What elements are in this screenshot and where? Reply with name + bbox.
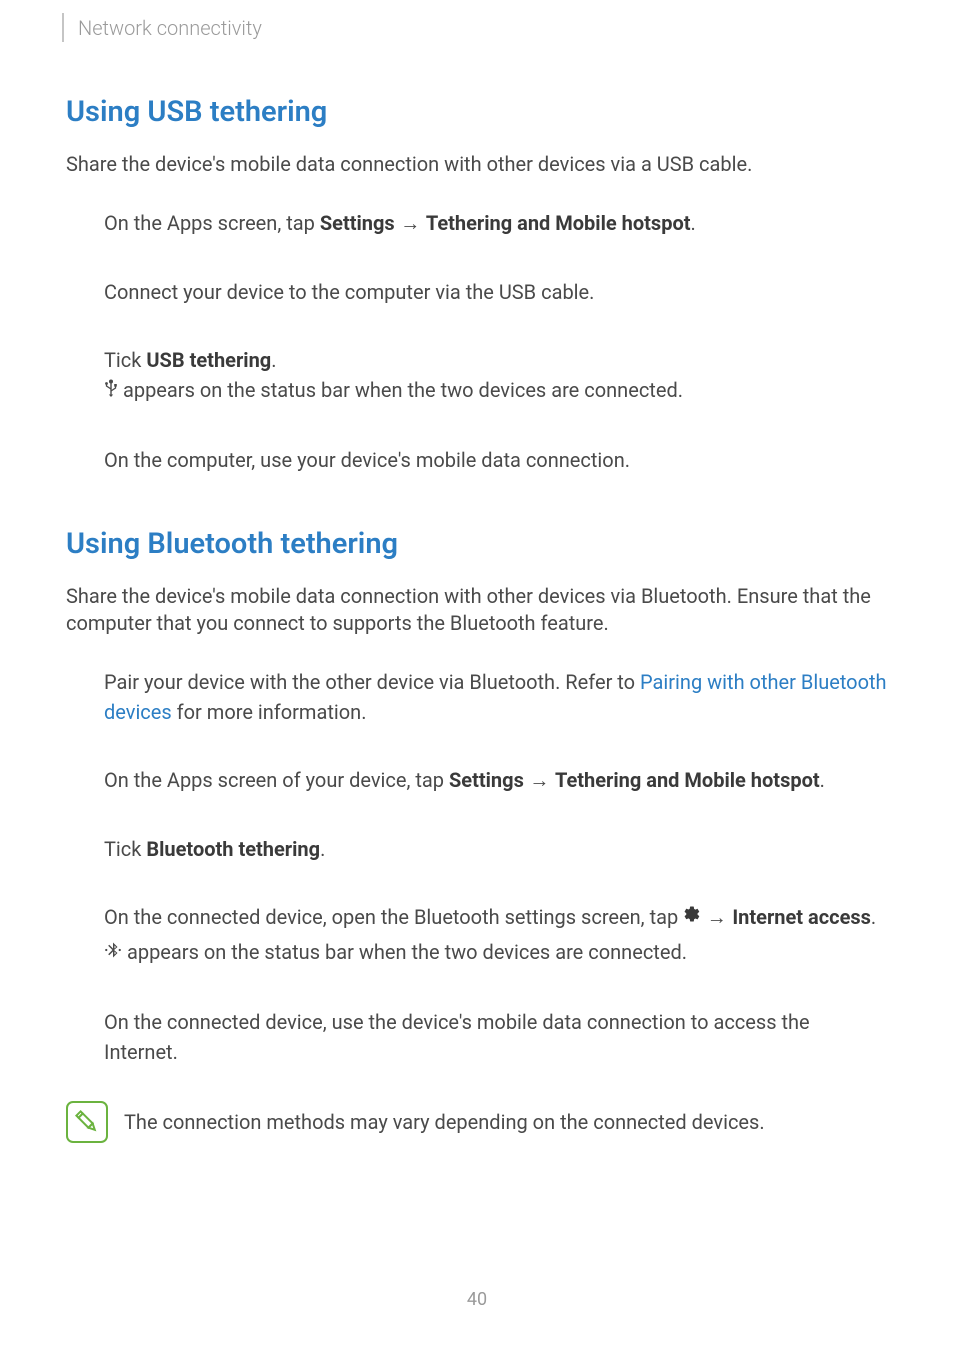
text: .	[691, 211, 696, 235]
arrow-icon: →	[395, 213, 426, 235]
bold-tethering-hotspot: Tethering and Mobile hotspot	[555, 768, 820, 792]
bold-internet-access: Internet access	[732, 905, 871, 929]
step-usb-1: On the Apps screen, tap Settings → Tethe…	[104, 208, 888, 239]
text: Tick	[104, 837, 146, 861]
text: On the Apps screen of your device, tap	[104, 768, 449, 792]
step-usb-2: Connect your device to the computer via …	[104, 277, 888, 307]
step-bt-3: Tick Bluetooth tethering.	[104, 834, 888, 864]
note-icon-box	[66, 1101, 108, 1143]
text: Pair your device with the other device v…	[104, 670, 640, 694]
step-bt-5: On the connected device, use the device'…	[104, 1007, 888, 1067]
text: Tick	[104, 348, 146, 372]
note-text: The connection methods may vary dependin…	[124, 1107, 765, 1137]
bold-bluetooth-tethering: Bluetooth tethering	[146, 837, 320, 861]
gear-icon	[683, 901, 701, 931]
note-callout: The connection methods may vary dependin…	[66, 1101, 888, 1143]
page-number: 40	[0, 1289, 954, 1310]
text: On the connected device, open the Blueto…	[104, 905, 683, 929]
usb-fork-icon	[104, 375, 118, 405]
text: .	[871, 905, 876, 929]
text: .	[320, 837, 325, 861]
text: for more information.	[172, 700, 367, 724]
arrow-icon: →	[524, 770, 555, 792]
text: On the Apps screen, tap	[104, 211, 320, 235]
header-divider	[62, 13, 64, 42]
page-header: Network connectivity	[62, 0, 262, 55]
text: appears on the status bar when the two d…	[118, 378, 683, 402]
steps-bluetooth: Pair your device with the other device v…	[104, 667, 888, 1067]
breadcrumb: Network connectivity	[78, 16, 262, 40]
bold-usb-tethering: USB tethering	[146, 348, 271, 372]
steps-usb: On the Apps screen, tap Settings → Tethe…	[104, 208, 888, 475]
arrow-icon: →	[701, 907, 732, 929]
intro-bluetooth: Share the device's mobile data connectio…	[66, 583, 888, 637]
step-bt-4: On the connected device, open the Blueto…	[104, 902, 888, 969]
text: .	[271, 348, 276, 372]
text: .	[820, 768, 825, 792]
text: appears on the status bar when the two d…	[122, 940, 687, 964]
step-bt-1: Pair your device with the other device v…	[104, 667, 888, 727]
bluetooth-tether-icon	[104, 937, 122, 967]
note-pencil-icon	[72, 1107, 102, 1137]
bold-settings: Settings	[320, 211, 395, 235]
step-usb-4: On the computer, use your device's mobil…	[104, 445, 888, 475]
step-usb-3: Tick USB tethering.	[104, 345, 888, 407]
bold-tethering-hotspot: Tethering and Mobile hotspot	[426, 211, 691, 235]
step-bt-2: On the Apps screen of your device, tap S…	[104, 765, 888, 796]
section-heading-bluetooth: Using Bluetooth tethering	[66, 527, 888, 561]
bold-settings: Settings	[449, 768, 524, 792]
section-heading-usb: Using USB tethering	[66, 95, 888, 129]
intro-usb: Share the device's mobile data connectio…	[66, 151, 888, 178]
